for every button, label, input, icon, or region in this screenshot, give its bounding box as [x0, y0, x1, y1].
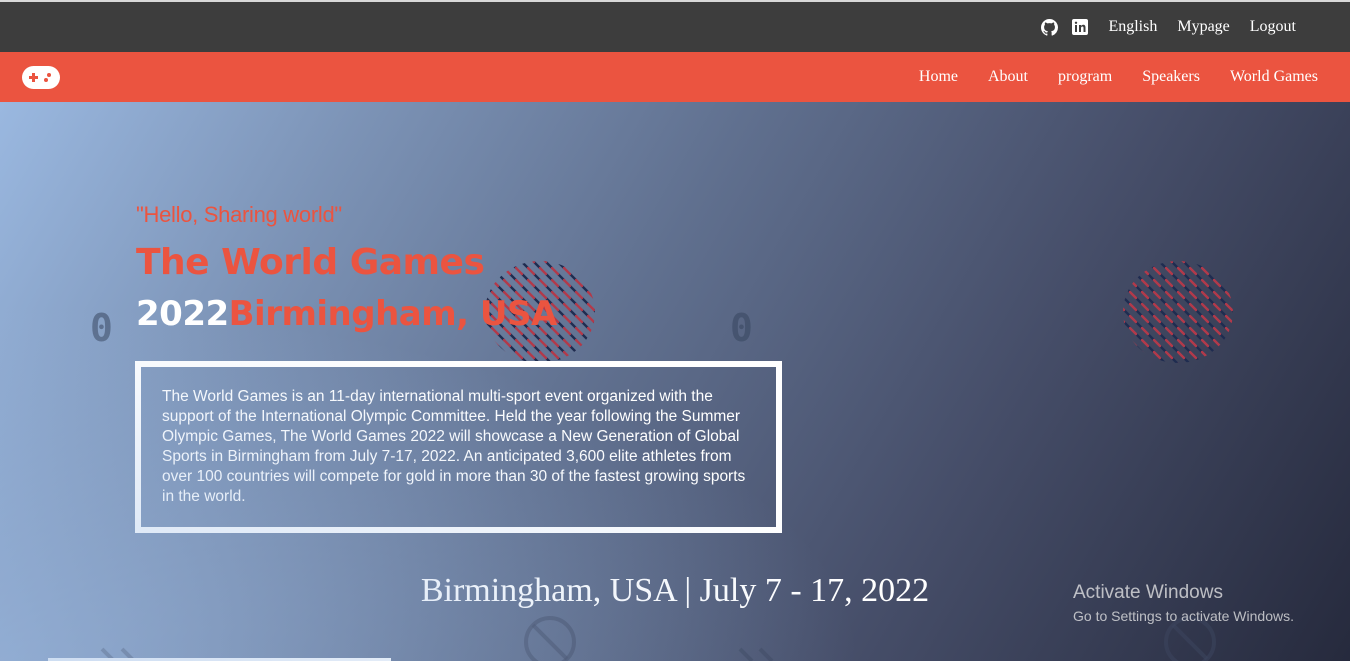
nav-about[interactable]: About	[988, 68, 1028, 86]
decor-zero-right: 0	[730, 306, 753, 350]
no-dollar-icon	[524, 616, 576, 661]
nav-world-games[interactable]: World Games	[1230, 68, 1318, 86]
logout-link[interactable]: Logout	[1250, 18, 1296, 36]
gamepad-icon[interactable]	[22, 66, 60, 89]
cross-icon-middle	[738, 647, 774, 661]
windows-activation-watermark: Activate Windows Go to Settings to activ…	[1073, 582, 1294, 624]
description-text: The World Games is an 11-day internation…	[162, 388, 746, 505]
hero-title: The World Games	[136, 242, 485, 283]
nav-speakers[interactable]: Speakers	[1142, 68, 1200, 86]
decor-zero-left: 0	[90, 306, 113, 350]
dot-pattern-right	[1123, 261, 1233, 363]
hero-location: Birmingham, USA	[228, 294, 558, 334]
nav-home[interactable]: Home	[919, 68, 958, 86]
mypage-link[interactable]: Mypage	[1177, 18, 1229, 36]
nav-program[interactable]: program	[1058, 68, 1112, 86]
linkedin-icon[interactable]	[1071, 18, 1089, 36]
top-utility-bar: English Mypage Logout	[0, 0, 1350, 52]
primary-nav: Home About program Speakers World Games	[889, 52, 1318, 102]
activation-subtitle: Go to Settings to activate Windows.	[1073, 608, 1294, 624]
main-navbar: Home About program Speakers World Games	[0, 52, 1350, 102]
github-icon[interactable]	[1040, 18, 1058, 36]
language-link[interactable]: English	[1108, 18, 1157, 36]
description-box: The World Games is an 11-day internation…	[135, 361, 782, 533]
hero-section: 0 0 "Hello, Sharing world" The World Gam…	[0, 102, 1350, 661]
activation-title: Activate Windows	[1073, 582, 1223, 603]
hero-tagline: "Hello, Sharing world"	[136, 202, 342, 227]
hero-subtitle: 2022Birmingham, USA	[136, 294, 557, 334]
hero-year: 2022	[136, 294, 229, 334]
utility-links: English Mypage Logout	[1040, 2, 1310, 52]
